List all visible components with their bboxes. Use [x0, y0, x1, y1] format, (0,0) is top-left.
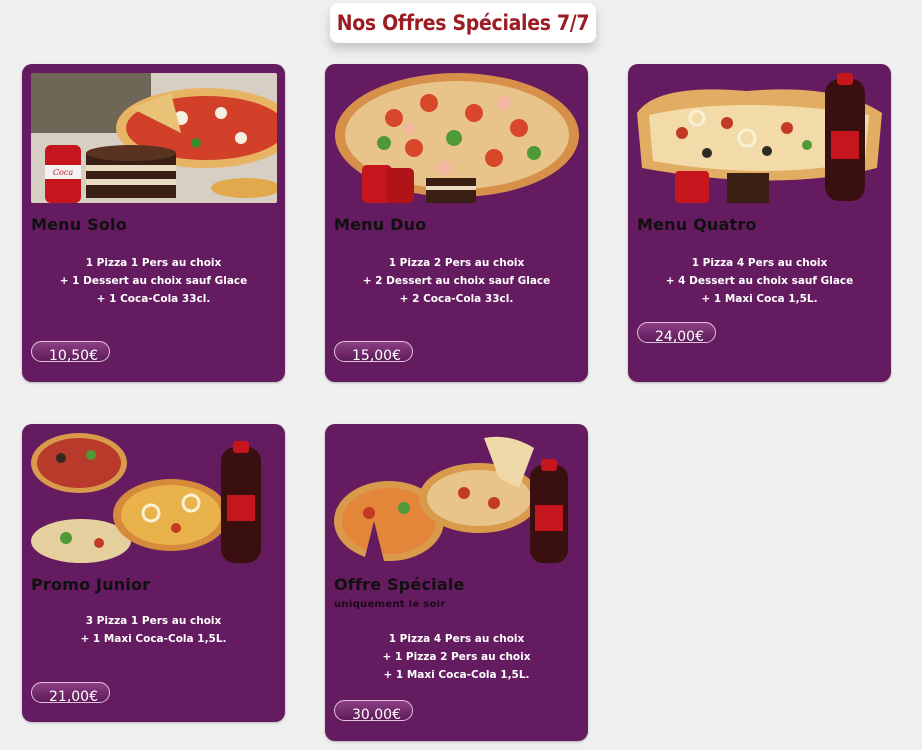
offer-line: + 1 Pizza 2 Pers au choix [382, 651, 531, 663]
offer-description: 1 Pizza 4 Pers au choix + 4 Dessert au c… [628, 254, 891, 308]
offer-card-offre-speciale[interactable]: Offre Spéciale uniquement le soir 1 Pizz… [325, 424, 588, 741]
pizza-dessert-coca-photo: Coca [31, 73, 277, 203]
offer-line: + 1 Maxi Coca-Cola 1,5L. [80, 633, 227, 645]
svg-text:Coca: Coca [53, 168, 73, 177]
large-pizza-photo [334, 73, 580, 203]
offer-line: 1 Pizza 4 Pers au choix [691, 257, 828, 269]
offer-line: + 1 Maxi Coca 1,5L. [701, 293, 818, 305]
two-pizzas-coca-bottle-photo [334, 433, 580, 563]
offer-description: 1 Pizza 2 Pers au choix + 2 Dessert au c… [325, 254, 588, 308]
price-button[interactable]: 15,00€ [334, 341, 413, 364]
offer-line: + 2 Dessert au choix sauf Glace [362, 275, 551, 287]
price-button[interactable]: 10,50€ [31, 341, 110, 364]
offer-line: + 1 Dessert au choix sauf Glace [59, 275, 248, 287]
page-title-plate: Nos Offres Spéciales 7/7 [330, 3, 596, 43]
offer-line: 1 Pizza 2 Pers au choix [388, 257, 525, 269]
offer-card-promo-junior[interactable]: Promo Junior 3 Pizza 1 Pers au choix + 1… [22, 424, 285, 722]
offer-title: Menu Solo [31, 215, 127, 234]
offer-line: + 1 Maxi Coca-Cola 1,5L. [383, 669, 530, 681]
offer-line: 1 Pizza 1 Pers au choix [85, 257, 222, 269]
offer-card-menu-solo[interactable]: Coca Menu Solo 1 Pizza 1 Pers au choix +… [22, 64, 285, 382]
offer-title: Promo Junior [31, 575, 151, 594]
offer-title: Menu Duo [334, 215, 427, 234]
offer-description: 3 Pizza 1 Pers au choix + 1 Maxi Coca-Co… [22, 612, 285, 648]
family-pizza-coca-bottle-photo [637, 73, 883, 203]
offer-card-menu-quatro[interactable]: Menu Quatro 1 Pizza 4 Pers au choix + 4 … [628, 64, 891, 382]
three-pizzas-coca-bottle-photo [31, 433, 277, 563]
offer-line: + 1 Coca-Cola 33cl. [96, 293, 211, 305]
offer-line: 3 Pizza 1 Pers au choix [85, 615, 222, 627]
price-button[interactable]: 21,00€ [31, 682, 110, 705]
offer-line: + 2 Coca-Cola 33cl. [399, 293, 514, 305]
offer-description: 1 Pizza 1 Pers au choix + 1 Dessert au c… [22, 254, 285, 308]
offer-subtitle: uniquement le soir [334, 599, 446, 610]
offer-title: Offre Spéciale [334, 575, 465, 594]
offer-title: Menu Quatro [637, 215, 757, 234]
page-title: Nos Offres Spéciales 7/7 [336, 11, 590, 35]
offer-line: 1 Pizza 4 Pers au choix [388, 633, 525, 645]
offer-description: 1 Pizza 4 Pers au choix + 1 Pizza 2 Pers… [325, 630, 588, 684]
offer-card-menu-duo[interactable]: Menu Duo 1 Pizza 2 Pers au choix + 2 Des… [325, 64, 588, 382]
offer-line: + 4 Dessert au choix sauf Glace [665, 275, 854, 287]
price-button[interactable]: 30,00€ [334, 700, 413, 723]
price-button[interactable]: 24,00€ [637, 322, 716, 345]
